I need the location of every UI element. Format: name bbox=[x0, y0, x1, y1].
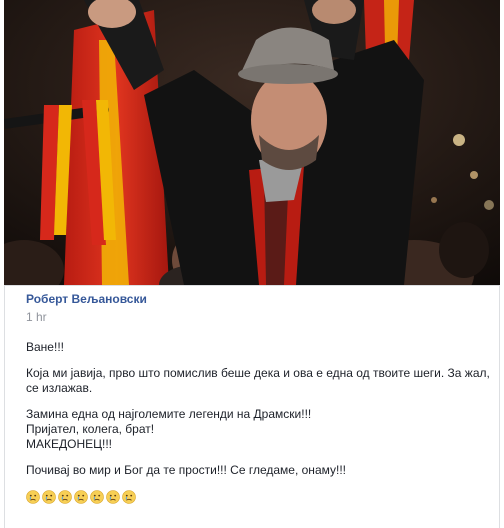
comment-paragraph-1: Ване!!! bbox=[26, 340, 64, 354]
photo-divider bbox=[4, 285, 500, 286]
comment-paragraph-2: Која ми јавија, прво што помислив беше д… bbox=[26, 366, 490, 395]
crying-face-icon bbox=[106, 490, 120, 504]
crying-face-icon bbox=[58, 490, 72, 504]
crying-face-icon bbox=[90, 490, 104, 504]
crying-face-icon bbox=[74, 490, 88, 504]
facebook-post: Роберт Вељановски 1 hr Ване!!! Која ми ј… bbox=[0, 0, 504, 528]
comment-paragraph-4: Почивај во мир и Бог да те прости!!! Се … bbox=[26, 463, 346, 477]
crying-face-icon bbox=[122, 490, 136, 504]
photo-illustration bbox=[4, 0, 500, 285]
comment-paragraph-3-line-1: Замина една од најголемите легенди на Др… bbox=[26, 407, 312, 421]
comment-right-border bbox=[499, 286, 500, 528]
comment-paragraph-3-line-2: Пријател, колега, брат! bbox=[26, 422, 155, 436]
comment-block: Роберт Вељановски 1 hr Ване!!! Која ми ј… bbox=[26, 292, 496, 505]
comment-paragraph-3: Замина една од најголемите легенди на Др… bbox=[26, 407, 496, 452]
crying-face-icon bbox=[42, 490, 56, 504]
comment-left-border bbox=[4, 286, 5, 528]
emoji-row bbox=[26, 489, 496, 505]
comment-timestamp[interactable]: 1 hr bbox=[26, 310, 496, 325]
post-photo[interactable] bbox=[4, 0, 500, 285]
author-name-link[interactable]: Роберт Вељановски bbox=[26, 292, 496, 307]
comment-paragraph-3-line-3: МАКЕДОНЕЦ!!! bbox=[26, 437, 113, 451]
crying-face-icon bbox=[26, 490, 40, 504]
